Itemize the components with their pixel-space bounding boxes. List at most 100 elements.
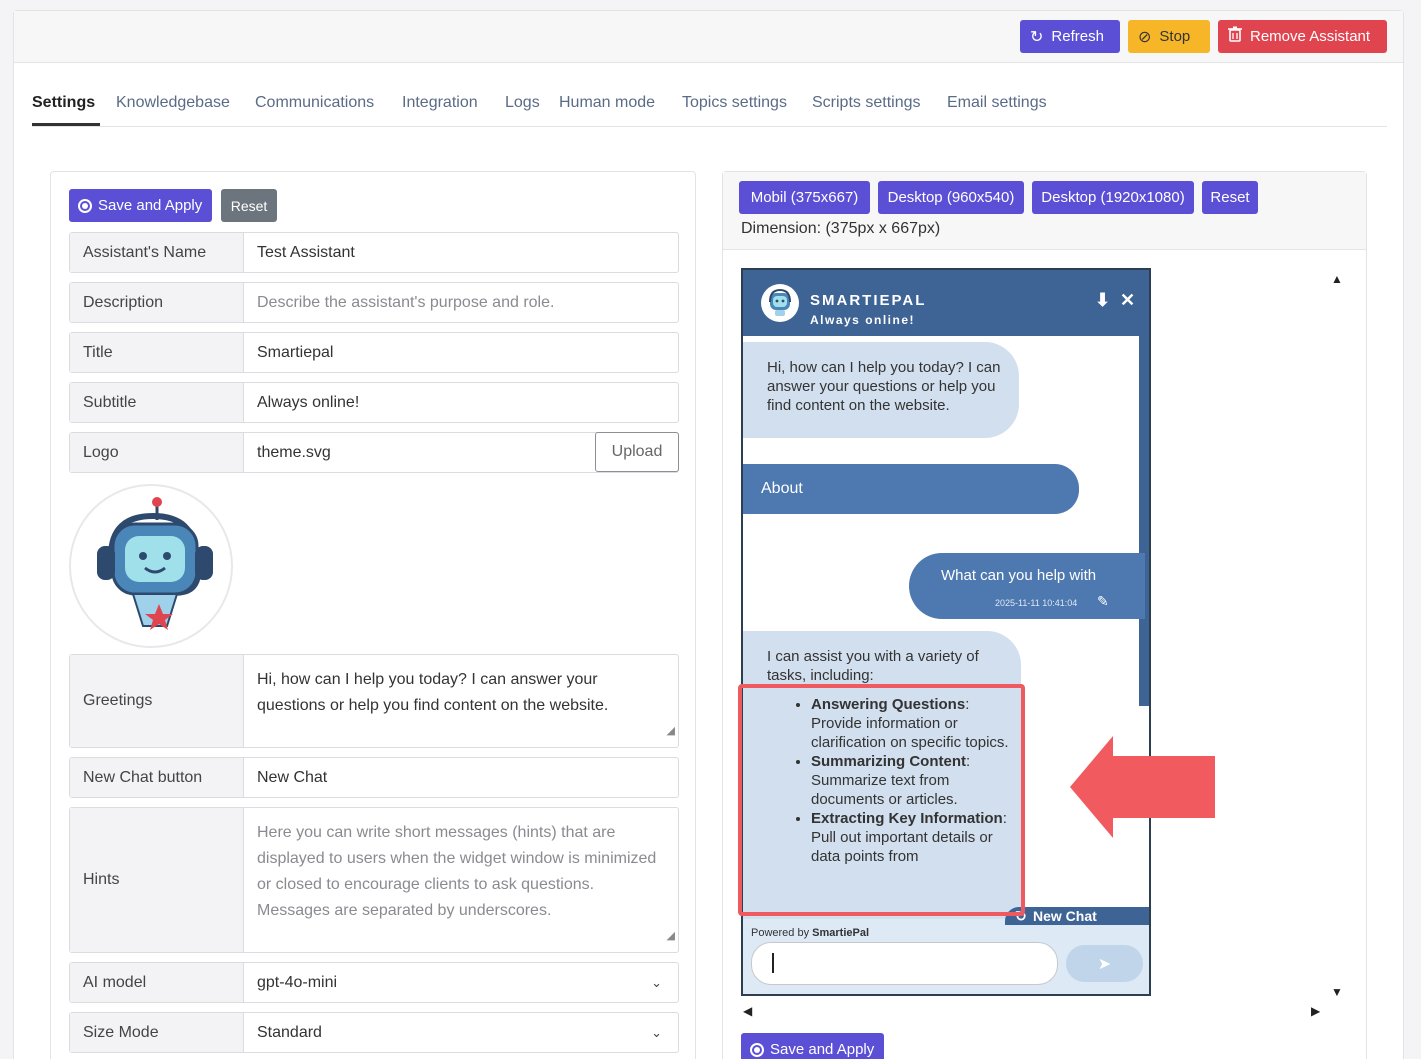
- save-and-apply-label: Save and Apply: [98, 197, 203, 214]
- reset-button[interactable]: Reset: [221, 189, 277, 222]
- active-tab-indicator: [32, 123, 100, 126]
- scroll-down-icon[interactable]: ▼: [1331, 985, 1343, 999]
- tab-knowledgebase[interactable]: Knowledgebase: [116, 94, 230, 112]
- field-label: Size Mode: [70, 1013, 244, 1052]
- title-input[interactable]: Smartiepal: [244, 333, 678, 372]
- tab-logs[interactable]: Logs: [505, 94, 540, 112]
- field-hints: Hints Here you can write short messages …: [69, 807, 679, 953]
- size-mode-value: Standard: [257, 1023, 322, 1041]
- refresh-icon: ↻: [1030, 28, 1044, 46]
- tab-email-settings[interactable]: Email settings: [947, 94, 1047, 112]
- pointer-arrow-icon: [1070, 736, 1215, 838]
- field-ai-model: AI model gpt-4o-mini ⌄: [69, 962, 679, 1003]
- description-input[interactable]: Describe the assistant's purpose and rol…: [244, 283, 678, 322]
- assistant-name-input[interactable]: Test Assistant: [244, 233, 678, 272]
- field-size-mode: Size Mode Standard ⌄: [69, 1012, 679, 1053]
- stop-button[interactable]: ⊘ Stop: [1128, 20, 1210, 53]
- field-label: New Chat button: [70, 758, 244, 797]
- refresh-button[interactable]: ↻ Refresh: [1020, 20, 1120, 53]
- field-greetings: Greetings Hi, how can I help you today? …: [69, 654, 679, 748]
- page-container: ↻ Refresh ⊘ Stop Remove Assistant Settin…: [13, 10, 1404, 1059]
- field-logo: Logo theme.svg Upload: [69, 432, 679, 473]
- widget-preview-card: Mobil (375x667) Desktop (960x540) Deskto…: [722, 171, 1367, 1059]
- edit-icon[interactable]: ✎: [1097, 593, 1109, 610]
- chat-message-input[interactable]: [751, 942, 1058, 985]
- field-label: Assistant's Name: [70, 233, 244, 272]
- field-label: Greetings: [70, 655, 244, 747]
- tab-topics-settings[interactable]: Topics settings: [682, 94, 787, 112]
- radio-icon: [78, 198, 92, 213]
- widget-scrollbar[interactable]: [1139, 336, 1149, 706]
- mobile-size-button[interactable]: Mobil (375x667): [739, 181, 870, 214]
- desktop-1920-button[interactable]: Desktop (1920x1080): [1032, 181, 1194, 214]
- remove-assistant-button[interactable]: Remove Assistant: [1218, 20, 1387, 53]
- text-cursor: [772, 953, 774, 973]
- upload-button[interactable]: Upload: [595, 432, 679, 472]
- subtitle-input[interactable]: Always online!: [244, 383, 678, 422]
- field-label: Hints: [70, 808, 244, 952]
- greeting-text: Hi, how can I help you today? I can answ…: [767, 359, 1001, 414]
- trash-icon: [1228, 26, 1242, 47]
- preview-reset-button[interactable]: Reset: [1202, 181, 1258, 214]
- dimension-readout: Dimension: (375px x 667px): [741, 220, 941, 237]
- hints-placeholder: Here you can write short messages (hints…: [257, 824, 657, 919]
- chevron-down-icon: ⌄: [651, 1024, 662, 1040]
- download-arrow-icon[interactable]: ⬇: [1095, 290, 1110, 311]
- greetings-text: Hi, how can I help you today? I can answ…: [257, 671, 609, 714]
- greeting-bubble: Hi, how can I help you today? I can answ…: [743, 342, 1019, 438]
- robot-mascot-icon: [97, 497, 213, 630]
- resize-handle-icon[interactable]: ◢: [667, 718, 675, 744]
- field-label: Subtitle: [70, 383, 244, 422]
- size-mode-select[interactable]: Standard ⌄: [244, 1013, 678, 1052]
- logo-input[interactable]: theme.svg Upload: [244, 432, 679, 472]
- reply-intro: I can assist you with a variety of tasks…: [767, 648, 979, 684]
- stop-label: Stop: [1159, 28, 1191, 45]
- chevron-down-icon: ⌄: [651, 974, 662, 990]
- new-chat-label: New Chat: [1033, 908, 1097, 924]
- tab-communications[interactable]: Communications: [255, 94, 374, 112]
- resize-handle-icon[interactable]: ◢: [667, 923, 675, 949]
- greetings-textarea[interactable]: Hi, how can I help you today? I can answ…: [244, 655, 678, 747]
- about-button[interactable]: About: [743, 464, 1079, 514]
- ai-model-select[interactable]: gpt-4o-mini ⌄: [244, 963, 678, 1002]
- widget-title: SMARTIEPAL: [810, 292, 927, 309]
- desktop-960-button[interactable]: Desktop (960x540): [878, 181, 1024, 214]
- radio-icon: [750, 1042, 764, 1057]
- refresh-label: Refresh: [1051, 28, 1104, 45]
- new-chat-button[interactable]: ↻ New Chat: [1005, 907, 1149, 925]
- logo-filename: theme.svg: [257, 443, 331, 461]
- widget-subtitle: Always online!: [810, 313, 916, 327]
- stop-icon: ⊘: [1138, 28, 1152, 46]
- powered-by-text: Powered by SmartiePal: [751, 927, 870, 939]
- ai-model-value: gpt-4o-mini: [257, 973, 338, 991]
- user-message-bubble: What can you help with 2025-11-11 10:41:…: [909, 553, 1145, 619]
- top-toolbar: ↻ Refresh ⊘ Stop Remove Assistant: [14, 11, 1403, 63]
- field-label: AI model: [70, 963, 244, 1002]
- save-and-apply-button[interactable]: Save and Apply: [69, 189, 212, 222]
- tab-scripts-settings[interactable]: Scripts settings: [812, 94, 920, 112]
- field-new-chat-button: New Chat button New Chat: [69, 757, 679, 798]
- save-and-apply-label: Save and Apply: [770, 1041, 875, 1058]
- field-label: Logo: [70, 433, 244, 472]
- field-assistant-name: Assistant's Name Test Assistant: [69, 232, 679, 273]
- tab-human-mode[interactable]: Human mode: [559, 94, 655, 112]
- hints-textarea[interactable]: Here you can write short messages (hints…: [244, 808, 678, 952]
- send-button[interactable]: ➤: [1066, 945, 1143, 982]
- field-label: Description: [70, 283, 244, 322]
- send-icon: ➤: [1097, 955, 1112, 973]
- scroll-left-icon[interactable]: ◀: [743, 1004, 752, 1018]
- field-title: Title Smartiepal: [69, 332, 679, 373]
- tab-settings[interactable]: Settings: [32, 94, 95, 112]
- preview-header: Mobil (375x667) Desktop (960x540) Deskto…: [723, 172, 1366, 250]
- field-subtitle: Subtitle Always online!: [69, 382, 679, 423]
- field-description: Description Describe the assistant's pur…: [69, 282, 679, 323]
- settings-tabs: Settings Knowledgebase Communications In…: [32, 91, 1387, 127]
- highlight-annotation-box: [738, 684, 1025, 916]
- tab-integration[interactable]: Integration: [402, 94, 478, 112]
- robot-avatar-icon: [769, 288, 791, 316]
- close-icon[interactable]: ✕: [1120, 290, 1135, 311]
- scroll-up-icon[interactable]: ▲: [1331, 272, 1343, 286]
- scroll-right-icon[interactable]: ▶: [1311, 1004, 1320, 1018]
- new-chat-input[interactable]: New Chat: [244, 758, 678, 797]
- preview-save-and-apply-button[interactable]: Save and Apply: [741, 1033, 884, 1059]
